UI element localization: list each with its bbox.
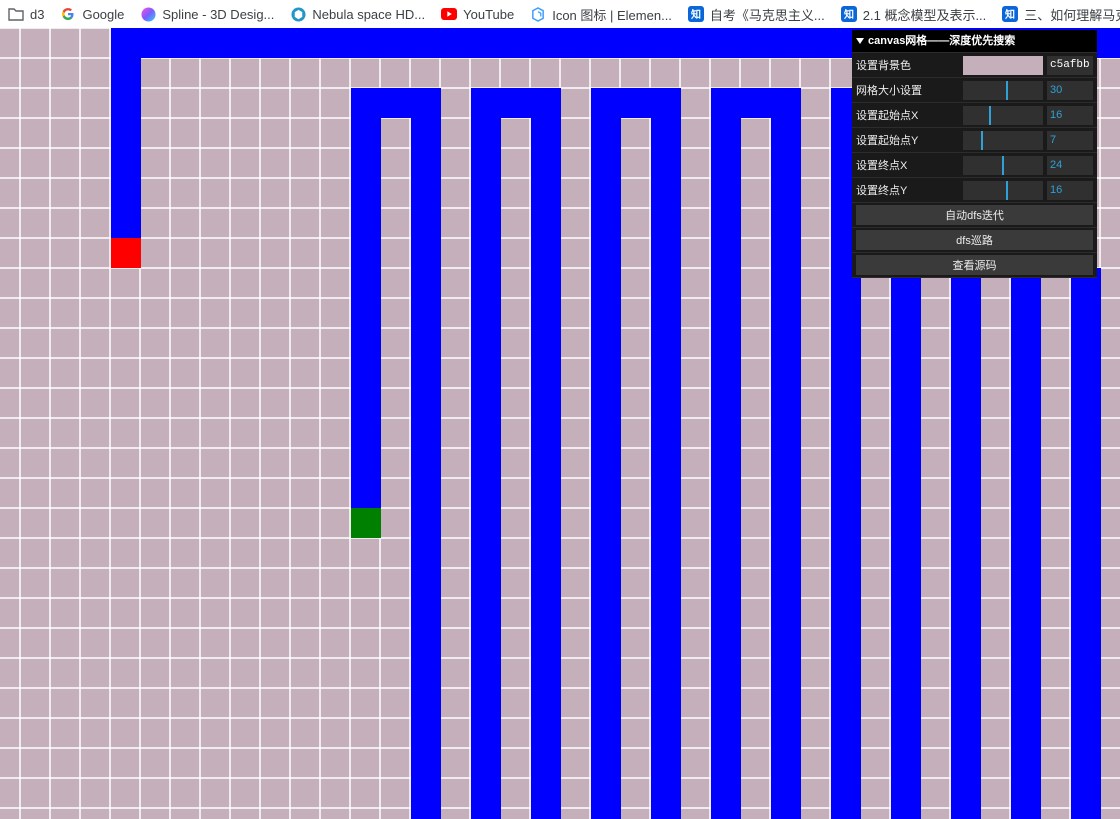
start-y-input[interactable]: 7 xyxy=(1047,130,1093,150)
dfs-path-segment xyxy=(591,88,621,819)
bg-color-row: 设置背景色 c5afbb xyxy=(852,53,1097,78)
end-y-row: 设置终点Y 16 xyxy=(852,178,1097,203)
nebula-icon xyxy=(290,6,306,22)
bookmark-label: d3 xyxy=(30,6,45,22)
svg-text:知: 知 xyxy=(690,8,701,21)
dfs-path-segment xyxy=(711,88,741,819)
bookmark-zhihu-2[interactable]: 知 2.1 概念模型及表示... xyxy=(833,0,995,28)
folder-icon xyxy=(8,6,24,22)
bg-color-label: 设置背景色 xyxy=(856,60,911,72)
bookmark-label: YouTube xyxy=(463,6,515,22)
slider-knob[interactable] xyxy=(981,130,983,150)
svg-text:知: 知 xyxy=(1004,8,1015,21)
start-x-slider[interactable] xyxy=(963,105,1043,125)
end-x-row: 设置终点X 24 xyxy=(852,153,1097,178)
chevron-down-icon xyxy=(856,30,864,52)
grid-size-label: 网格大小设置 xyxy=(856,85,922,97)
zhihu-icon: 知 xyxy=(840,6,857,22)
zhihu-icon: 知 xyxy=(1002,6,1019,22)
bookmark-zhihu-3[interactable]: 知 三、如何理解马克... xyxy=(994,0,1120,28)
bookmark-youtube[interactable]: YouTube xyxy=(433,0,522,28)
panel-title[interactable]: canvas网格——深度优先搜索 xyxy=(852,30,1097,53)
dfs-path-segment xyxy=(1071,268,1101,819)
bg-color-input[interactable]: c5afbb xyxy=(1047,55,1093,75)
slider-knob[interactable] xyxy=(989,105,991,125)
dfs-path-segment xyxy=(351,88,381,508)
bookmarks-bar: d3 Google Spline - 3D Desig... Nebula sp… xyxy=(0,0,1120,28)
element-icon xyxy=(530,6,546,22)
zhihu-icon: 知 xyxy=(687,6,704,22)
dfs-path-segment xyxy=(651,88,681,819)
bookmark-label: Icon 图标 | Elemen... xyxy=(552,7,672,23)
dfs-path-segment xyxy=(111,28,141,238)
grid-size-slider[interactable] xyxy=(963,80,1043,100)
end-x-label: 设置终点X xyxy=(856,160,908,172)
bookmark-label: Google xyxy=(82,6,125,22)
auto-dfs-row: 自动dfs迭代 xyxy=(852,203,1097,228)
bookmark-label: Spline - 3D Desig... xyxy=(162,6,275,22)
bookmark-label: 三、如何理解马克... xyxy=(1024,7,1120,23)
end-x-input[interactable]: 24 xyxy=(1047,155,1093,175)
end-cell xyxy=(351,508,381,538)
dfs-path-segment xyxy=(891,268,921,819)
dfs-patrol-button[interactable]: dfs巡路 xyxy=(856,230,1093,250)
bg-color-swatch[interactable] xyxy=(963,55,1043,75)
end-y-slider[interactable] xyxy=(963,180,1043,200)
bookmark-spline[interactable]: Spline - 3D Desig... xyxy=(132,0,282,28)
bookmark-label: 2.1 概念模型及表示... xyxy=(862,7,987,23)
svg-text:知: 知 xyxy=(843,8,854,21)
start-y-slider[interactable] xyxy=(963,130,1043,150)
bookmark-label: Nebula space HD... xyxy=(312,6,426,22)
start-x-input[interactable]: 16 xyxy=(1047,105,1093,125)
youtube-icon xyxy=(441,6,458,22)
dfs-path-segment xyxy=(951,268,981,819)
dfs-path-segment xyxy=(771,88,801,819)
start-cell xyxy=(111,238,141,268)
bookmark-element[interactable]: Icon 图标 | Elemen... xyxy=(522,0,680,28)
spline-icon xyxy=(140,6,156,22)
bookmark-nebula[interactable]: Nebula space HD... xyxy=(282,0,433,28)
slider-knob[interactable] xyxy=(1006,80,1008,100)
start-x-row: 设置起始点X 16 xyxy=(852,103,1097,128)
dfs-path-segment xyxy=(471,88,501,819)
google-icon xyxy=(60,6,76,22)
start-y-row: 设置起始点Y 7 xyxy=(852,128,1097,153)
grid-size-input[interactable]: 30 xyxy=(1047,80,1093,100)
slider-knob[interactable] xyxy=(1006,180,1008,200)
panel-title-text: canvas网格——深度优先搜索 xyxy=(868,35,1016,47)
end-x-slider[interactable] xyxy=(963,155,1043,175)
dfs-path-segment xyxy=(1011,268,1041,819)
view-source-row: 查看源码 xyxy=(852,253,1097,278)
bookmark-label: 自考《马克思主义... xyxy=(709,7,825,23)
end-y-input[interactable]: 16 xyxy=(1047,180,1093,200)
end-y-label: 设置终点Y xyxy=(856,185,908,197)
bookmark-d3[interactable]: d3 xyxy=(0,0,52,28)
dfs-patrol-row: dfs巡路 xyxy=(852,228,1097,253)
bookmark-google[interactable]: Google xyxy=(52,0,132,28)
bookmark-zhihu-1[interactable]: 知 自考《马克思主义... xyxy=(680,0,833,28)
grid-size-row: 网格大小设置 30 xyxy=(852,78,1097,103)
dfs-path-segment xyxy=(411,88,441,819)
control-panel: canvas网格——深度优先搜索 设置背景色 c5afbb 网格大小设置 30 … xyxy=(852,30,1097,278)
dfs-path-segment xyxy=(531,88,561,819)
view-source-button[interactable]: 查看源码 xyxy=(856,255,1093,275)
auto-dfs-button[interactable]: 自动dfs迭代 xyxy=(856,205,1093,225)
start-y-label: 设置起始点Y xyxy=(856,135,919,147)
slider-knob[interactable] xyxy=(1002,155,1004,175)
start-x-label: 设置起始点X xyxy=(856,110,919,122)
